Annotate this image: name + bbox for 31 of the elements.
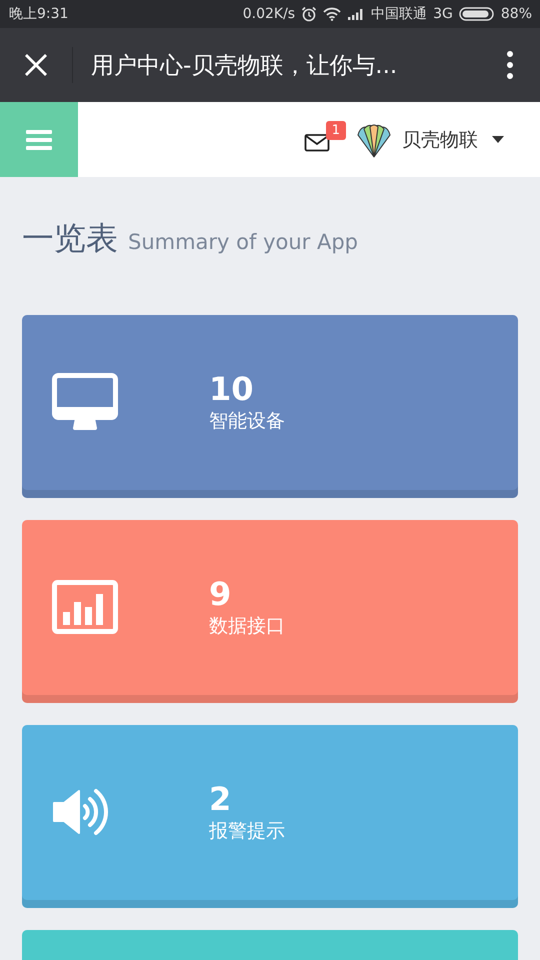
status-time: 晚上9:31	[9, 5, 68, 23]
summary-card[interactable]: 9 数据接口	[22, 520, 518, 703]
battery-icon	[458, 7, 495, 21]
speaker-icon	[52, 786, 110, 836]
network-type: 3G	[433, 6, 453, 22]
signal-icon	[347, 8, 366, 20]
mail-icon	[304, 132, 330, 152]
card-count: 2	[209, 780, 232, 818]
bar-chart-icon	[52, 580, 118, 634]
page-heading: 一览表	[22, 218, 118, 259]
card-count: 10	[209, 370, 255, 408]
page-title: 用户中心-贝壳物联，让你与...	[91, 52, 398, 80]
caret-icon	[492, 136, 504, 143]
card-label: 报警提示	[209, 818, 285, 844]
monitor-icon	[52, 372, 118, 430]
notification-badge: 1	[326, 121, 346, 140]
more-icon	[506, 51, 514, 79]
page-subheading: Summary of your App	[128, 230, 358, 254]
card-label: 智能设备	[209, 408, 285, 434]
network-speed: 0.02K/s	[242, 6, 296, 22]
close-icon	[24, 53, 48, 77]
wifi-icon	[323, 7, 342, 21]
alarm-icon	[301, 6, 318, 22]
summary-card[interactable]: 2 报警提示	[22, 725, 518, 908]
card-label: 数据接口	[209, 614, 285, 638]
summary-card[interactable]: 10 智能设备	[22, 315, 518, 498]
card-count: 9	[209, 574, 232, 612]
menu-icon	[26, 128, 52, 150]
user-menu-button[interactable]: 贝壳物联	[354, 120, 504, 158]
battery-percent: 88%	[500, 6, 532, 22]
carrier-name: 中国联通	[371, 5, 428, 23]
